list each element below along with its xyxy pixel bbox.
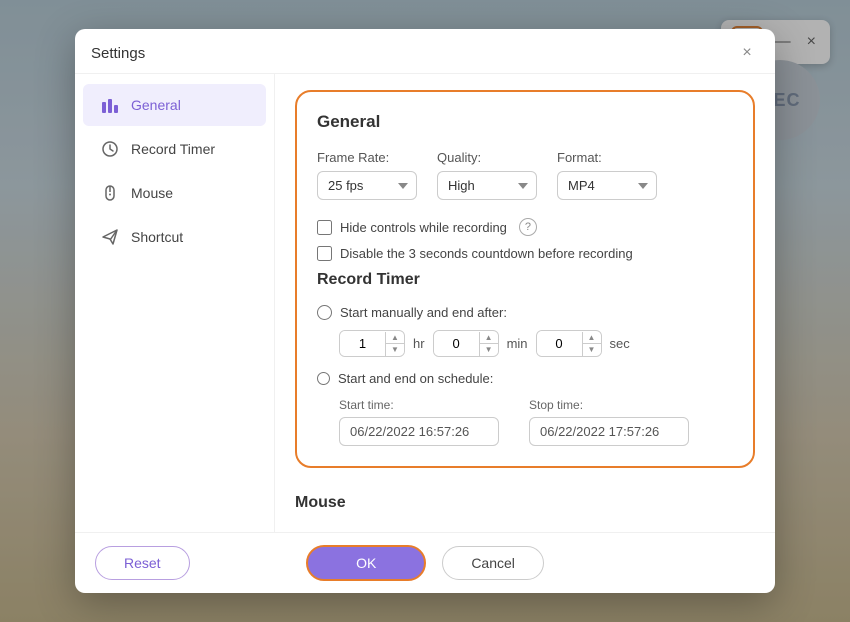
- bar-chart-icon: [99, 94, 121, 116]
- time-fields: Start time: Stop time:: [339, 398, 733, 446]
- quality-select[interactable]: Low Medium High Ultra: [437, 171, 537, 200]
- schedule-radio[interactable]: [317, 372, 330, 385]
- dialog-body: General Record Timer: [75, 74, 775, 532]
- min-spin-up[interactable]: ▲: [480, 332, 498, 344]
- hide-controls-checkbox[interactable]: [317, 220, 332, 235]
- start-time-label: Start time:: [339, 398, 499, 412]
- dialog-title: Settings: [91, 45, 145, 62]
- help-icon[interactable]: ?: [519, 218, 537, 236]
- paper-plane-icon: [99, 226, 121, 248]
- reset-button[interactable]: Reset: [95, 546, 190, 580]
- sidebar-item-general[interactable]: General: [83, 84, 266, 126]
- sidebar-item-mouse[interactable]: Mouse: [83, 172, 266, 214]
- sec-unit: sec: [610, 336, 630, 351]
- min-spinbox[interactable]: 0 ▲ ▼: [433, 330, 499, 357]
- format-group: Format: MP4 MOV AVI GIF: [557, 150, 657, 200]
- sidebar: General Record Timer: [75, 74, 275, 532]
- sec-spin-down[interactable]: ▼: [583, 344, 601, 356]
- start-time-input[interactable]: [339, 417, 499, 446]
- disable-countdown-checkbox[interactable]: [317, 246, 332, 261]
- manual-radio-row: Start manually and end after:: [317, 305, 733, 320]
- quality-group: Quality: Low Medium High Ultra: [437, 150, 537, 200]
- sec-spin-up[interactable]: ▲: [583, 332, 601, 344]
- sidebar-label-record-timer: Record Timer: [131, 141, 215, 157]
- min-input[interactable]: 0: [434, 331, 479, 356]
- hr-input[interactable]: 1: [340, 331, 385, 356]
- min-spin-down[interactable]: ▼: [480, 344, 498, 356]
- sidebar-item-shortcut[interactable]: Shortcut: [83, 216, 266, 258]
- hr-spin-down[interactable]: ▼: [386, 344, 404, 356]
- dialog-close-button[interactable]: ×: [735, 41, 759, 65]
- hide-controls-row: Hide controls while recording ?: [317, 218, 733, 236]
- settings-panel: General Frame Rate: 15 fps 25 fps 30 fps…: [295, 90, 755, 468]
- quality-label: Quality:: [437, 150, 537, 165]
- format-label: Format:: [557, 150, 657, 165]
- timer-inputs-row: 1 ▲ ▼ hr 0 ▲ ▼: [339, 330, 733, 357]
- ok-button[interactable]: OK: [306, 545, 426, 581]
- disable-countdown-label: Disable the 3 seconds countdown before r…: [340, 246, 633, 261]
- frame-rate-label: Frame Rate:: [317, 150, 417, 165]
- sec-input[interactable]: 0: [537, 331, 582, 356]
- mouse-icon: [99, 182, 121, 204]
- clock-icon: [99, 138, 121, 160]
- sidebar-item-record-timer[interactable]: Record Timer: [83, 128, 266, 170]
- min-spin-buttons: ▲ ▼: [479, 332, 498, 356]
- start-time-group: Start time:: [339, 398, 499, 446]
- hr-unit: hr: [413, 336, 425, 351]
- sidebar-label-mouse: Mouse: [131, 185, 173, 201]
- mouse-section-label: Mouse: [295, 484, 755, 516]
- stop-time-input[interactable]: [529, 417, 689, 446]
- sidebar-label-general: General: [131, 97, 181, 113]
- settings-dialog: Settings × General: [75, 29, 775, 593]
- dialog-overlay: Settings × General: [0, 0, 850, 622]
- min-unit: min: [507, 336, 528, 351]
- sidebar-label-shortcut: Shortcut: [131, 229, 183, 245]
- sec-spin-buttons: ▲ ▼: [582, 332, 601, 356]
- controls-row: Frame Rate: 15 fps 25 fps 30 fps 60 fps …: [317, 150, 733, 200]
- hide-controls-label: Hide controls while recording: [340, 220, 507, 235]
- hr-spin-up[interactable]: ▲: [386, 332, 404, 344]
- schedule-radio-label: Start and end on schedule:: [338, 371, 493, 386]
- stop-time-label: Stop time:: [529, 398, 689, 412]
- hr-spinbox[interactable]: 1 ▲ ▼: [339, 330, 405, 357]
- schedule-radio-row: Start and end on schedule:: [317, 371, 733, 386]
- format-select[interactable]: MP4 MOV AVI GIF: [557, 171, 657, 200]
- hr-spin-buttons: ▲ ▼: [385, 332, 404, 356]
- sec-spinbox[interactable]: 0 ▲ ▼: [536, 330, 602, 357]
- dialog-footer: Reset OK Cancel: [75, 532, 775, 593]
- manual-radio-label: Start manually and end after:: [340, 305, 507, 320]
- dialog-titlebar: Settings ×: [75, 29, 775, 74]
- disable-countdown-row: Disable the 3 seconds countdown before r…: [317, 246, 733, 261]
- manual-radio[interactable]: [317, 305, 332, 320]
- record-timer-title: Record Timer: [317, 271, 733, 289]
- cancel-button[interactable]: Cancel: [442, 546, 544, 580]
- frame-rate-group: Frame Rate: 15 fps 25 fps 30 fps 60 fps: [317, 150, 417, 200]
- content-area: General Frame Rate: 15 fps 25 fps 30 fps…: [275, 74, 775, 532]
- frame-rate-select[interactable]: 15 fps 25 fps 30 fps 60 fps: [317, 171, 417, 200]
- stop-time-group: Stop time:: [529, 398, 689, 446]
- general-section-title: General: [317, 112, 733, 132]
